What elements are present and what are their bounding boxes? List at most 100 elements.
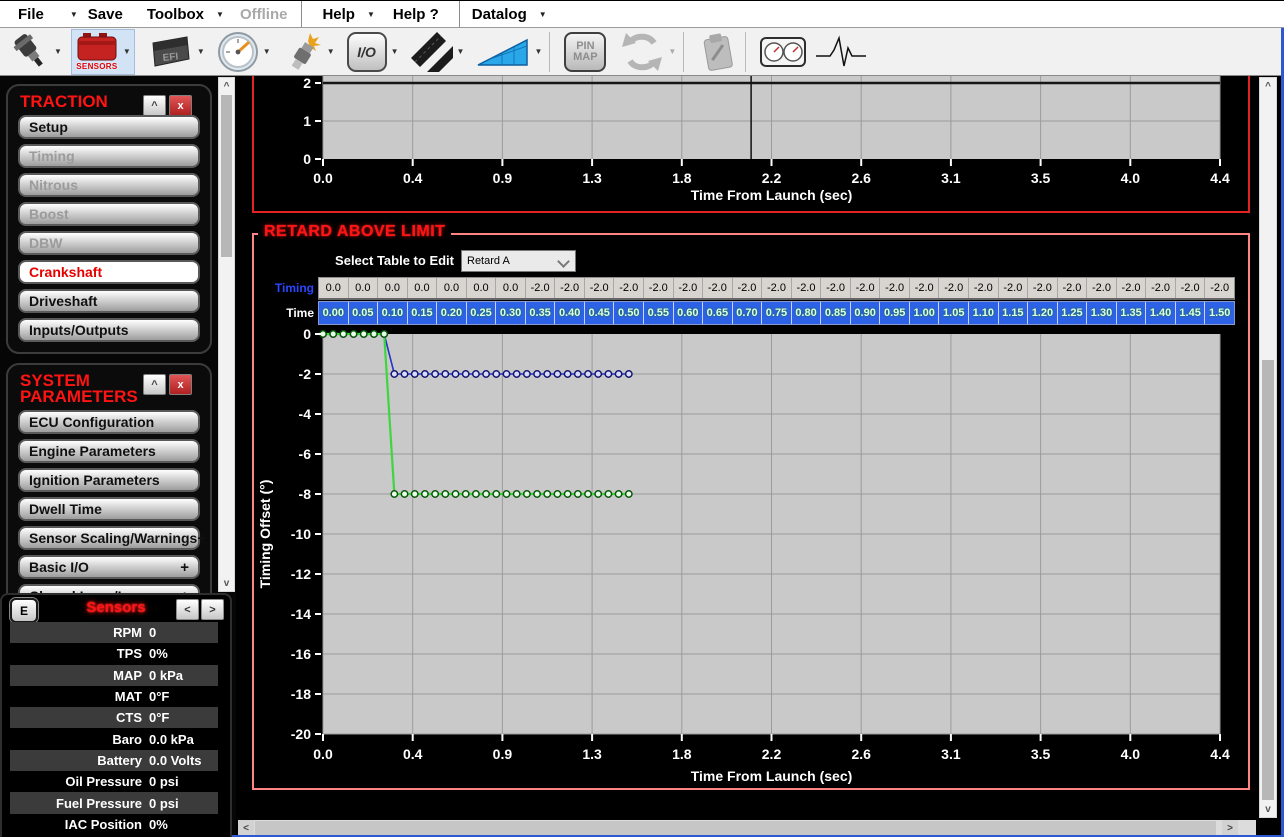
io-button[interactable]: I/O [347,30,387,74]
time-cell-1[interactable]: 0.05 [349,302,379,324]
time-cell-13[interactable]: 0.65 [703,302,733,324]
time-cell-27[interactable]: 1.35 [1117,302,1147,324]
sidebar-button-nitrous[interactable]: Nitrous [18,173,200,197]
tire-tread-button[interactable] [411,30,453,74]
menu-item-file[interactable]: File▼ [18,6,78,23]
sidebar-button-sensor-scaling-warnings[interactable]: Sensor Scaling/Warnings+ [18,526,200,550]
traction-collapse-button[interactable]: ^ [143,95,166,116]
time-cell-4[interactable]: 0.20 [437,302,467,324]
time-cell-20[interactable]: 1.00 [910,302,940,324]
time-cell-29[interactable]: 1.45 [1176,302,1206,324]
time-cell-15[interactable]: 0.75 [762,302,792,324]
sidebar-button-timing[interactable]: Timing [18,144,200,168]
timing-cell-28[interactable]: -2.0 [1146,278,1176,298]
sidebar-scrollbar-thumb[interactable] [221,95,232,257]
menu-item-help[interactable]: Help▼ [322,6,374,23]
sensors-dropdown-arrow[interactable]: ▼ [123,47,131,56]
menu-item-toolbox[interactable]: Toolbox▼ [147,6,224,23]
holley-efi-button[interactable]: EFI [147,30,193,74]
time-cell-10[interactable]: 0.50 [614,302,644,324]
sidebar-scroll-down-arrow[interactable]: v [219,575,234,591]
spark-plug-dropdown-arrow[interactable]: ▼ [327,47,335,56]
retard-above-limit-chart[interactable]: 0-2-4-6-8-10-12-14-16-18-200.00.40.91.31… [254,328,1248,788]
refresh-dropdown-arrow[interactable]: ▼ [668,47,676,56]
refresh-button[interactable] [620,30,664,74]
timing-cell-21[interactable]: -2.0 [939,278,969,298]
timing-cell-25[interactable]: -2.0 [1058,278,1088,298]
timing-cell-15[interactable]: -2.0 [762,278,792,298]
fuel-injector-dropdown-arrow[interactable]: ▼ [54,47,62,56]
timing-cell-19[interactable]: -2.0 [880,278,910,298]
timing-cell-24[interactable]: -2.0 [1028,278,1058,298]
sidebar-button-engine-parameters[interactable]: Engine Parameters [18,439,200,463]
sidebar-button-ignition-parameters[interactable]: Ignition Parameters [18,468,200,492]
time-cell-16[interactable]: 0.80 [792,302,822,324]
time-cell-0[interactable]: 0.00 [319,302,349,324]
sensors-ecu-button[interactable]: SENSORS ▼ [71,29,135,75]
timing-cell-2[interactable]: 0.0 [378,278,408,298]
main-scroll-left-arrow[interactable]: < [238,820,254,836]
timing-cell-7[interactable]: -2.0 [526,278,556,298]
timing-cell-30[interactable]: -2.0 [1205,278,1234,298]
sidebar-button-dwell-time[interactable]: Dwell Time [18,497,200,521]
gauge-button[interactable] [217,30,259,74]
menu-item-datalog[interactable]: Datalog▼ [472,6,547,23]
time-cell-8[interactable]: 0.40 [555,302,585,324]
main-scroll-down-arrow[interactable]: v [1260,801,1276,817]
timing-cell-18[interactable]: -2.0 [851,278,881,298]
time-cell-18[interactable]: 0.90 [851,302,881,324]
sidebar-button-setup[interactable]: Setup [18,115,200,139]
timing-cell-0[interactable]: 0.0 [319,278,349,298]
sidebar-button-crankshaft[interactable]: Crankshaft [18,260,200,284]
time-cell-22[interactable]: 1.10 [969,302,999,324]
timing-cell-16[interactable]: -2.0 [792,278,822,298]
time-cell-24[interactable]: 1.20 [1028,302,1058,324]
time-cell-6[interactable]: 0.30 [496,302,526,324]
waveform-button[interactable] [814,30,870,74]
menu-item-help[interactable]: Help ? [393,6,439,23]
time-cell-30[interactable]: 1.50 [1205,302,1234,324]
table-select-dropdown[interactable]: Retard A [461,250,576,272]
timing-cell-10[interactable]: -2.0 [614,278,644,298]
sidebar-button-driveshaft[interactable]: Driveshaft [18,289,200,313]
timing-cell-9[interactable]: -2.0 [585,278,615,298]
menu-item-offline[interactable]: Offline [240,6,288,23]
time-cell-23[interactable]: 1.15 [999,302,1029,324]
main-scroll-right-arrow[interactable]: > [1222,820,1238,836]
time-cell-5[interactable]: 0.25 [467,302,497,324]
timing-cell-5[interactable]: 0.0 [467,278,497,298]
sidebar-button-boost[interactable]: Boost [18,202,200,226]
time-cell-14[interactable]: 0.70 [733,302,763,324]
holley-efi-dropdown-arrow[interactable]: ▼ [197,47,205,56]
sidebar-button-inputs-outputs[interactable]: Inputs/Outputs [18,318,200,342]
time-cell-26[interactable]: 1.30 [1087,302,1117,324]
sidebar-button-basic-i-o[interactable]: Basic I/O+ [18,555,200,579]
timing-cell-12[interactable]: -2.0 [674,278,704,298]
timing-cell-13[interactable]: -2.0 [703,278,733,298]
menu-item-save[interactable]: Save [88,6,123,23]
time-cell-3[interactable]: 0.15 [408,302,438,324]
timing-cell-14[interactable]: -2.0 [733,278,763,298]
timing-cell-20[interactable]: -2.0 [910,278,940,298]
io-dropdown-arrow[interactable]: ▼ [391,47,399,56]
timing-cell-22[interactable]: -2.0 [969,278,999,298]
sidebar-button-ecu-configuration[interactable]: ECU Configuration [18,410,200,434]
main-horizontal-scrollbar-thumb[interactable] [255,821,1216,835]
time-cell-7[interactable]: 0.35 [526,302,556,324]
timing-cell-8[interactable]: -2.0 [555,278,585,298]
time-cell-11[interactable]: 0.55 [644,302,674,324]
system-collapse-button[interactable]: ^ [143,374,166,395]
timing-cell-26[interactable]: -2.0 [1087,278,1117,298]
spark-plug-button[interactable] [283,30,323,74]
upper-strip-chart[interactable]: 0120.00.40.91.31.82.22.63.13.54.04.4Time… [254,76,1248,211]
time-cell-17[interactable]: 0.85 [821,302,851,324]
time-cell-2[interactable]: 0.10 [378,302,408,324]
timing-cell-6[interactable]: 0.0 [496,278,526,298]
timing-cell-4[interactable]: 0.0 [437,278,467,298]
main-vertical-scrollbar-thumb[interactable] [1262,360,1274,800]
tire-tread-dropdown-arrow[interactable]: ▼ [457,47,465,56]
fan-cone-button[interactable] [476,30,530,74]
timing-cell-27[interactable]: -2.0 [1117,278,1147,298]
main-scroll-up-arrow[interactable]: ^ [1260,78,1276,94]
clipboard-button[interactable] [698,30,738,74]
